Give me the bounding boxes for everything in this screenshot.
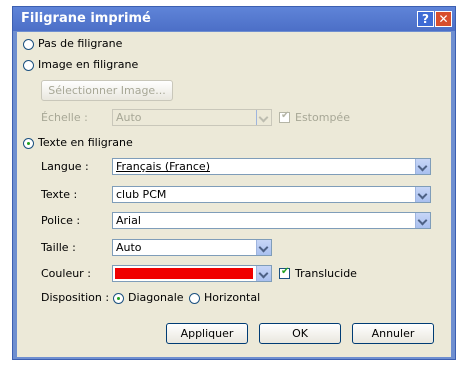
language-dropdown[interactable]: Français (France) xyxy=(112,158,431,175)
text-watermark-radio[interactable] xyxy=(23,138,34,149)
dialog-title: Filigrane imprimé xyxy=(21,11,151,26)
color-swatch xyxy=(115,268,253,279)
chevron-down-icon xyxy=(256,110,271,125)
font-value: Arial xyxy=(116,214,141,227)
text-value: club PCM xyxy=(116,188,167,201)
chevron-down-icon xyxy=(256,266,271,281)
select-image-button[interactable]: Sélectionner Image... xyxy=(41,80,173,101)
scale-label: Échelle : xyxy=(41,111,88,124)
watermark-dialog: Filigrane imprimé ? ✕ Pas de filigrane I… xyxy=(12,6,456,360)
no-watermark-radio[interactable] xyxy=(23,39,34,50)
text-combobox[interactable]: club PCM xyxy=(112,186,431,203)
title-bar: Filigrane imprimé ? ✕ xyxy=(13,7,455,31)
close-icon[interactable]: ✕ xyxy=(435,11,452,27)
language-value: Français (France) xyxy=(116,160,210,173)
picture-watermark-radio[interactable] xyxy=(23,60,34,71)
chevron-down-icon xyxy=(415,159,430,174)
diagonal-radio[interactable] xyxy=(113,293,124,304)
size-label: Taille : xyxy=(41,241,76,254)
size-dropdown[interactable]: Auto xyxy=(112,239,272,256)
color-label: Couleur : xyxy=(41,267,91,280)
size-value: Auto xyxy=(116,241,142,254)
text-watermark-label[interactable]: Texte en filigrane xyxy=(38,136,133,149)
translucent-label[interactable]: Translucide xyxy=(295,267,357,280)
font-label: Police : xyxy=(41,214,81,227)
translucent-checkbox[interactable] xyxy=(279,266,290,279)
text-label: Texte : xyxy=(41,188,78,201)
chevron-down-icon xyxy=(415,187,430,202)
picture-watermark-label[interactable]: Image en filigrane xyxy=(38,58,138,71)
apply-button[interactable]: Appliquer xyxy=(166,323,248,344)
language-label: Langue : xyxy=(41,160,89,173)
layout-label: Disposition : xyxy=(41,291,110,304)
help-icon[interactable]: ? xyxy=(417,11,434,27)
color-dropdown[interactable] xyxy=(112,265,272,282)
washout-label: Estompée xyxy=(295,111,350,124)
scale-value: Auto xyxy=(116,111,142,124)
cancel-button[interactable]: Annuler xyxy=(352,323,434,344)
horizontal-label[interactable]: Horizontal xyxy=(204,291,260,304)
dialog-body: Pas de filigrane Image en filigrane Séle… xyxy=(17,32,451,357)
scale-dropdown[interactable]: Auto xyxy=(112,109,272,126)
horizontal-radio[interactable] xyxy=(189,293,200,304)
no-watermark-label[interactable]: Pas de filigrane xyxy=(38,37,122,50)
chevron-down-icon xyxy=(415,213,430,228)
chevron-down-icon xyxy=(256,240,271,255)
diagonal-label[interactable]: Diagonale xyxy=(128,291,184,304)
font-dropdown[interactable]: Arial xyxy=(112,212,431,229)
ok-button[interactable]: OK xyxy=(259,323,341,344)
washout-checkbox[interactable] xyxy=(279,110,290,123)
